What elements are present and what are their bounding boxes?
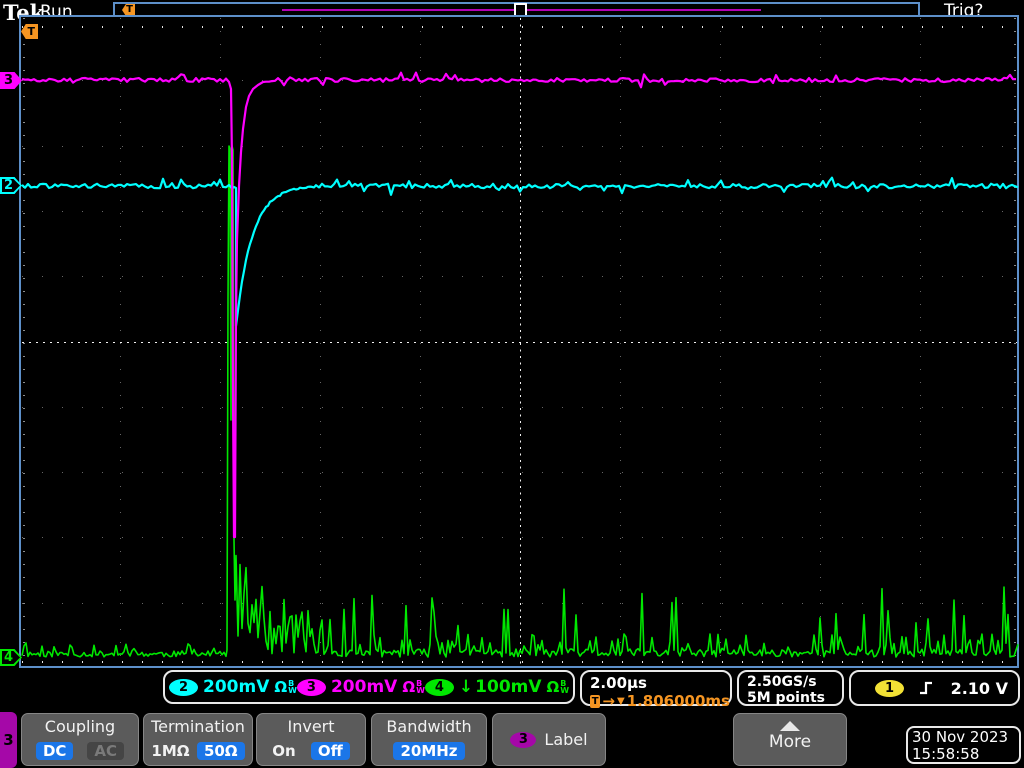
more-up-arrow-icon — [780, 721, 800, 731]
acquisition-readout[interactable]: 2.50GS/s 5M points — [737, 670, 844, 706]
trigger-source-badge: 1 — [875, 680, 904, 697]
ch2-impedance-bw: Ω BW — [274, 678, 297, 696]
label-channel-badge: 3 — [510, 732, 536, 748]
trigger-t-icon: T — [590, 695, 600, 708]
ch2-readout[interactable]: 2 200mV Ω BW — [169, 677, 297, 697]
acq-expansion-bracket-icon — [514, 3, 527, 15]
ch3-readout[interactable]: 3 200mV Ω BW — [297, 677, 425, 697]
timebase-readout[interactable]: 2.00µs T → ▼ 1.806000ms — [580, 670, 732, 706]
more-button[interactable]: More — [733, 713, 847, 766]
termination-50-option[interactable]: 50Ω — [197, 742, 245, 760]
rising-edge-icon — [918, 680, 934, 696]
ch2-badge: 2 — [169, 679, 198, 696]
termination-title: Termination — [151, 717, 245, 736]
invert-title: Invert — [287, 717, 334, 736]
date: 30 Nov 2023 — [912, 729, 1019, 746]
invert-off-option[interactable]: Off — [311, 742, 350, 760]
trigger-readout[interactable]: 1 2.10 V — [849, 670, 1020, 706]
sample-rate: 2.50GS/s — [747, 674, 842, 690]
ch4-impedance-bw: Ω BW — [547, 678, 570, 696]
ch4-scale: 100mV — [475, 677, 541, 697]
more-title: More — [769, 732, 811, 752]
menu-channel-tab: 3 — [0, 712, 17, 768]
bandwidth-button[interactable]: Bandwidth 20MHz — [371, 713, 487, 766]
timebase-delay: T → ▼ 1.806000ms — [590, 692, 730, 710]
record-length: 5M points — [747, 690, 842, 706]
coupling-ac-option[interactable]: AC — [87, 742, 124, 760]
termination-button[interactable]: Termination 1MΩ 50Ω — [143, 713, 253, 766]
ch3-badge: 3 — [297, 679, 326, 696]
ch3-ground-marker[interactable]: 3 — [0, 72, 22, 89]
coupling-button[interactable]: Coupling DC AC — [21, 713, 139, 766]
bandwidth-title: Bandwidth — [386, 717, 471, 736]
ch4-badge: 4 — [425, 679, 454, 696]
coupling-title: Coupling — [45, 717, 115, 736]
channel-readouts-box[interactable]: 2 200mV Ω BW 3 200mV Ω BW 4 ↓ 100mV Ω BW — [163, 670, 575, 704]
termination-1m-option[interactable]: 1MΩ — [151, 742, 189, 760]
invert-button[interactable]: Invert On Off — [256, 713, 366, 766]
ch2-scale: 200mV — [203, 677, 269, 697]
label-button[interactable]: 3 Label — [492, 713, 606, 766]
timebase-scale: 2.00µs — [590, 674, 730, 692]
ch4-readout[interactable]: 4 ↓ 100mV Ω BW — [425, 677, 569, 697]
time: 15:58:58 — [912, 746, 1019, 763]
datetime-display: 30 Nov 2023 15:58:58 — [906, 726, 1021, 764]
ch4-ground-marker[interactable]: 4 — [0, 649, 22, 666]
bandwidth-value[interactable]: 20MHz — [393, 742, 464, 760]
ch3-scale: 200mV — [331, 677, 397, 697]
ch4-invert-arrow-icon: ↓ — [459, 677, 473, 697]
label-title: Label — [544, 730, 587, 749]
invert-on-option[interactable]: On — [272, 742, 295, 760]
ch3-impedance-bw: Ω BW — [402, 678, 425, 696]
trigger-level: 2.10 V — [951, 679, 1008, 698]
ch2-ground-marker[interactable]: 2 — [0, 177, 22, 194]
oscilloscope-screen: Tek Run Trig? T T 3 2 4 2 200mV Ω BW — [0, 0, 1024, 768]
coupling-dc-option[interactable]: DC — [36, 742, 73, 760]
